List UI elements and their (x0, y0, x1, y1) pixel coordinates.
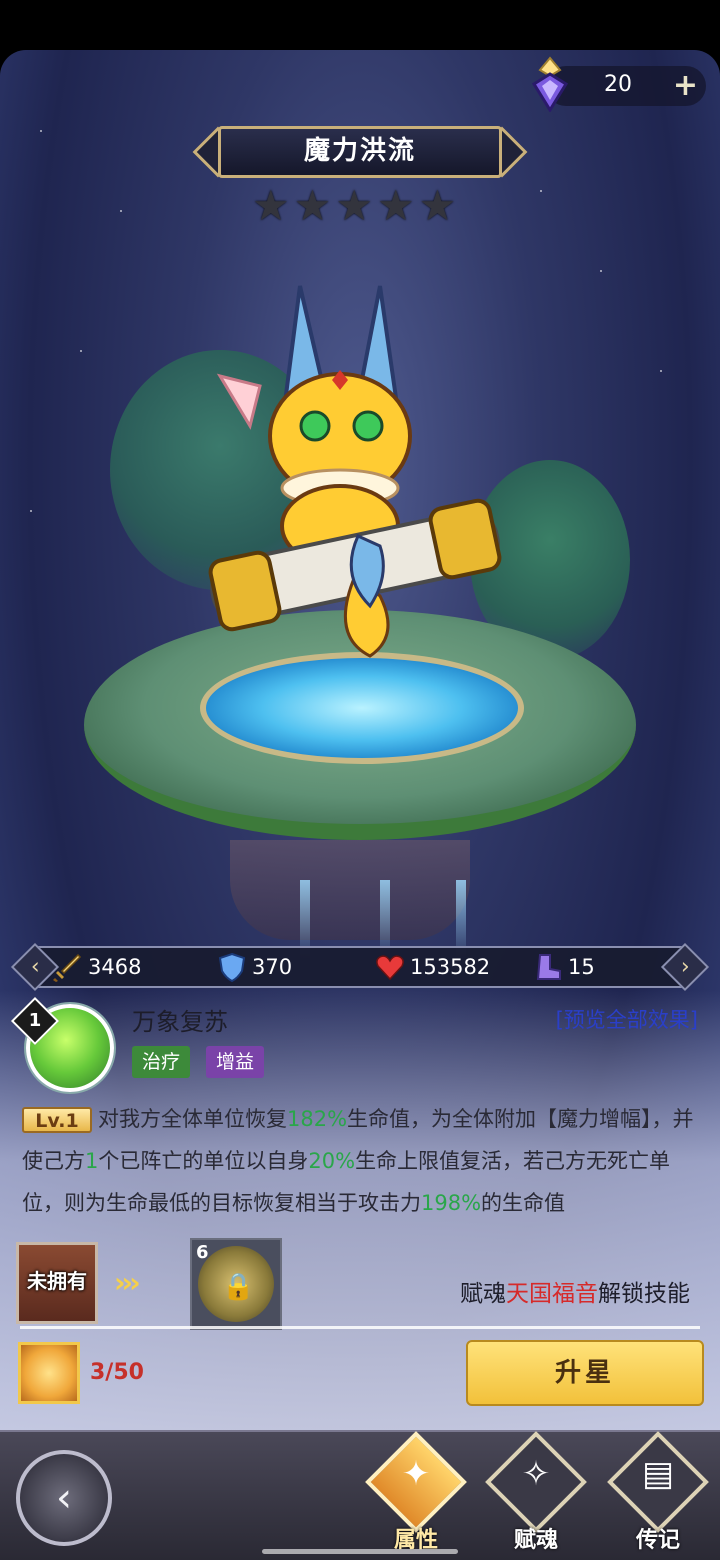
stat-speed: 15 (532, 952, 595, 982)
star-icon: ★ (335, 181, 373, 230)
bottom-nav: ‹ ✦ 属性 ✧ 赋魂 ▤ 传记 (0, 1430, 720, 1560)
island-base (230, 840, 470, 940)
soul-icon: ✧ (521, 1454, 551, 1494)
shield-icon (218, 952, 246, 983)
stat-attack: 3468 (52, 952, 141, 982)
tab-attributes[interactable]: ✦ 属性 (365, 1431, 467, 1558)
hero-name: 魔力洪流 (303, 136, 416, 166)
tab-soul[interactable]: ✧ 赋魂 (485, 1431, 587, 1558)
defense-value: 370 (252, 955, 293, 979)
chevron-right-icon: ››› (114, 1266, 141, 1299)
book-icon: ▤ (641, 1454, 675, 1494)
unlock-hint: 赋魂天国福音解锁技能 (460, 1281, 690, 1307)
required-hero-card[interactable]: 未拥有 (16, 1242, 98, 1324)
back-arrow-icon: ‹ (56, 1475, 72, 1521)
locked-skill-level: 6 (196, 1242, 209, 1263)
unowned-label: 未拥有 (27, 1269, 87, 1293)
sword-icon (53, 953, 82, 982)
skill-description: Lv.1 对我方全体单位恢复182%生命值，为全体附加【魔力增幅】，并使己方1个已… (22, 1107, 694, 1215)
add-currency-button[interactable]: + (673, 68, 698, 103)
tab-biography[interactable]: ▤ 传记 (607, 1431, 709, 1558)
hero-shard-icon (18, 1342, 80, 1404)
skill-tag-heal: 治疗 (132, 1046, 191, 1078)
shard-count: 3/50 (90, 1360, 144, 1385)
hero-portrait (208, 285, 502, 658)
stat-hp: 153582 (374, 952, 490, 982)
attributes-icon: ✦ (401, 1454, 431, 1494)
skill-tag-buff: 增益 (206, 1046, 265, 1078)
hero-star-rating: ★ ★ ★ ★ ★ (252, 184, 468, 228)
locked-skill-slot[interactable]: 6 🔒 (190, 1238, 282, 1330)
skill-name: 万象复苏 (132, 1008, 228, 1036)
back-button[interactable]: ‹ (16, 1450, 112, 1546)
hp-value: 153582 (410, 955, 491, 979)
star-icon: ★ (293, 181, 332, 230)
lock-icon: 🔒 (222, 1272, 255, 1302)
attack-value: 3468 (88, 955, 142, 979)
stat-defense: 370 (216, 952, 293, 983)
currency-display: 20 + (531, 56, 706, 112)
star-icon: ★ (418, 181, 457, 230)
status-bar (0, 0, 720, 50)
speed-value: 15 (568, 955, 595, 979)
stats-bar: ‹ › 3468 370 153582 15 (10, 942, 710, 992)
boot-icon (536, 954, 561, 980)
hero-title-plate: 魔力洪流 (192, 126, 528, 178)
heart-icon (376, 955, 404, 981)
divider (20, 1326, 700, 1329)
home-indicator[interactable] (262, 1549, 458, 1554)
skill-level-label: Lv.1 (22, 1107, 92, 1133)
potion-gem-icon (531, 56, 569, 112)
upgrade-star-button[interactable]: 升星 (466, 1340, 704, 1406)
star-icon: ★ (252, 181, 290, 230)
currency-count: 20 (604, 72, 632, 97)
skill-level-number: 1 (28, 1010, 42, 1031)
preview-all-effects-link[interactable]: [预览全部效果] (556, 1004, 698, 1034)
star-icon: ★ (376, 181, 415, 230)
